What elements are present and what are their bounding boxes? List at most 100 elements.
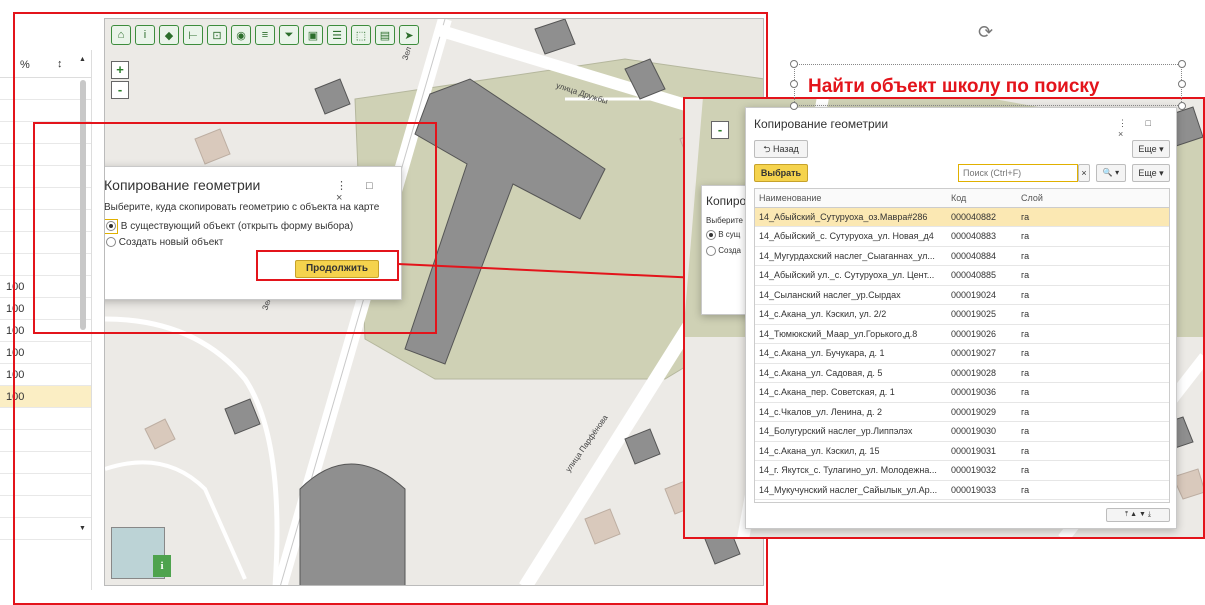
- objects-table: Наименование Код Слой 14_Абыйский_Сутуру…: [755, 189, 1169, 500]
- cell-name: 14_с.Акана_ул. Кэскил, д. 15: [755, 441, 947, 461]
- identify-icon[interactable]: ☰: [327, 25, 347, 45]
- table-row[interactable]: 14_Тюмюкский_Маар_ул.Горького,д.8 0000190…: [755, 324, 1169, 344]
- scroll-up-icon[interactable]: ▲: [79, 56, 86, 63]
- table-row[interactable]: 14_Болугурский наслег_ур.Липпэлэх 0000190…: [755, 421, 1169, 442]
- column-header-code[interactable]: Код: [947, 189, 1017, 208]
- percent-column-header[interactable]: %: [20, 59, 30, 71]
- funnel-icon[interactable]: ⏷: [279, 25, 299, 45]
- behind-option-existing-label: В сущ: [718, 230, 741, 240]
- info-icon[interactable]: i: [135, 25, 155, 45]
- cell-layer: га: [1017, 304, 1169, 325]
- list-item-percent: 100: [6, 325, 25, 337]
- table-row[interactable]: 14_Мукучунский наслег_Сайылык_ул.Ар... 00…: [755, 480, 1169, 500]
- table-row[interactable]: 14_с.Акана_ул. Кэскил, д. 15 000019031 га: [755, 441, 1169, 461]
- back-label: Назад: [772, 144, 799, 154]
- pan-icon[interactable]: ◆: [159, 25, 179, 45]
- cell-layer: га: [1017, 285, 1169, 305]
- marker-icon[interactable]: ◉: [231, 25, 251, 45]
- annotation-text: Найти объект школу по поиску: [808, 76, 1100, 97]
- option-existing-label[interactable]: В существующий объект (открыть форму выб…: [121, 221, 353, 232]
- dialog-prompt: Выберите, куда скопировать геометрию с о…: [104, 202, 380, 213]
- search-button[interactable]: 🔍 ▾: [1096, 164, 1126, 182]
- cell-code: 000019030: [947, 421, 1017, 442]
- continue-button[interactable]: Продолжить: [295, 260, 379, 278]
- route-icon[interactable]: ➤: [399, 25, 419, 45]
- option-new-label[interactable]: Создать новый объект: [119, 237, 224, 248]
- scroll-down-icon[interactable]: ▼: [79, 525, 86, 532]
- measure-area-icon[interactable]: ⊡: [207, 25, 227, 45]
- behind-radio-existing: [706, 230, 716, 240]
- zoom-out-button[interactable]: -: [111, 81, 129, 99]
- info-button[interactable]: i: [153, 555, 171, 577]
- select-icon[interactable]: ⬚: [351, 25, 371, 45]
- layers-icon[interactable]: ▣: [303, 25, 323, 45]
- more-button-top[interactable]: Еще ▾: [1132, 140, 1170, 158]
- map-toolbar: ⌂ i ◆ ⊢ ⊡ ◉ ≡ ⏷ ▣ ☰ ⬚ ▤ ➤: [111, 25, 419, 45]
- resize-handle-w: [790, 80, 798, 88]
- print-icon[interactable]: ▤: [375, 25, 395, 45]
- dialog-window-controls[interactable]: ⋮ □ ×: [336, 179, 401, 204]
- table-row[interactable]: 14_с.Чкалов_ул. Ленина, д. 2 000019029 га: [755, 402, 1169, 422]
- dialog-title: Копирование геометрии: [104, 177, 261, 193]
- radio-existing-focus[interactable]: [105, 219, 118, 234]
- table-row[interactable]: 14_г. Якутск_с. Тулагино_ул. Молодежна..…: [755, 460, 1169, 481]
- table-row[interactable]: 14_Абыйский ул._с. Сутуруоха_ул. Цент...…: [755, 265, 1169, 286]
- table-row[interactable]: 14_Сыланский наслег_ур.Сырдах 000019024 га: [755, 285, 1169, 305]
- table-header-row: Наименование Код Слой: [755, 189, 1169, 208]
- zoom-in-button[interactable]: +: [111, 61, 129, 79]
- table-row[interactable]: 14_с.Акана_пер. Советская, д. 1 000019036…: [755, 382, 1169, 403]
- column-header-layer[interactable]: Слой: [1017, 189, 1169, 208]
- option-new-object[interactable]: Создать новый объект: [106, 237, 223, 248]
- column-header-name[interactable]: Наименование: [755, 189, 947, 208]
- radio-new[interactable]: [106, 237, 116, 248]
- select-button[interactable]: Выбрать: [754, 164, 808, 182]
- measure-icon[interactable]: ⊢: [183, 25, 203, 45]
- cell-name: 14_Абыйский_Сутуруоха_оз.Мавра#286: [755, 207, 947, 227]
- right-map-view[interactable]: - Копиро Выберите В сущ Созда Копировани…: [683, 97, 1205, 539]
- filter-icon[interactable]: ≡: [255, 25, 275, 45]
- cell-code: 000019032: [947, 460, 1017, 481]
- cell-code: 000019025: [947, 304, 1017, 325]
- list-item-percent: 100: [6, 303, 25, 315]
- search-input[interactable]: [958, 164, 1078, 182]
- cell-name: 14_Абыйский_с. Сутуруоха_ул. Новая_д4: [755, 226, 947, 247]
- radio-existing[interactable]: [106, 221, 116, 232]
- cell-name: 14_Абыйский ул._с. Сутуруоха_ул. Цент...: [755, 265, 947, 286]
- map-canvas[interactable]: [105, 19, 764, 586]
- table-row[interactable]: 14_с.Акана_ул. Садовая, д. 5 000019028 га: [755, 363, 1169, 383]
- select-dialog-window-controls[interactable]: ⋮ □ ×: [1118, 118, 1176, 139]
- cell-layer: га: [1017, 343, 1169, 364]
- list-item-percent: 100: [6, 281, 25, 293]
- cell-code: 000019024: [947, 285, 1017, 305]
- cell-name: 14_с.Чкалов_ул. Ленина, д. 2: [755, 402, 947, 422]
- option-existing-object[interactable]: В существующий объект (открыть форму выб…: [105, 219, 353, 234]
- resize-handle-e: [1178, 80, 1186, 88]
- left-screenshot: % ↕ 100 100 100 100 100 100 ▲ ▼ ⌂ i ◆ ⊢ …: [0, 0, 770, 605]
- right-zoom-out-button[interactable]: -: [711, 121, 729, 139]
- cell-code: 000019027: [947, 343, 1017, 364]
- list-scrollbar[interactable]: ▲ ▼: [78, 50, 88, 540]
- scroll-thumb[interactable]: [80, 80, 86, 330]
- select-dialog-title: Копирование геометрии: [754, 117, 889, 131]
- resize-handle-sw: [790, 102, 798, 110]
- table-row[interactable]: 14_с.Акана_ул. Кэскил, ул. 2/2 000019025 г…: [755, 304, 1169, 325]
- cell-layer: га: [1017, 246, 1169, 266]
- table-navigation-buttons[interactable]: ⤒ ▲ ▼ ⤓: [1106, 508, 1170, 522]
- table-row[interactable]: 14_Абыйский_Сутуруоха_оз.Мавра#286 000040…: [755, 207, 1169, 227]
- cell-code: 000040885: [947, 265, 1017, 286]
- objects-table-container: Наименование Код Слой 14_Абыйский_Сутуру…: [754, 188, 1170, 503]
- table-row[interactable]: 14_Мугурдахский наслег_Сыаганнах_ул... 00…: [755, 246, 1169, 266]
- map-view[interactable]: ⌂ i ◆ ⊢ ⊡ ◉ ≡ ⏷ ▣ ☰ ⬚ ▤ ➤ + - улица Дружбы улица Пар…: [104, 18, 764, 586]
- cell-name: 14_с.Акана_ул. Бучукара, д. 1: [755, 343, 947, 364]
- table-row[interactable]: 14_с.Акана_ул. Бучукара, д. 1 000019027 га: [755, 343, 1169, 364]
- search-clear-button[interactable]: ×: [1078, 164, 1090, 182]
- table-row[interactable]: 14_Абыйский_с. Сутуруоха_ул. Новая_д4 000…: [755, 226, 1169, 247]
- sort-icon[interactable]: ↕: [57, 58, 63, 70]
- cell-layer: га: [1017, 324, 1169, 344]
- more-button[interactable]: Еще ▾: [1132, 164, 1170, 182]
- home-icon[interactable]: ⌂: [111, 25, 131, 45]
- behind-option-new: Созда: [706, 246, 741, 256]
- behind-dialog-prompt: Выберите: [706, 216, 743, 225]
- back-button[interactable]: ⮌ Назад: [754, 140, 808, 158]
- copy-geometry-dialog: Копирование геометрии ⋮ □ × Выберите, ку…: [104, 166, 402, 300]
